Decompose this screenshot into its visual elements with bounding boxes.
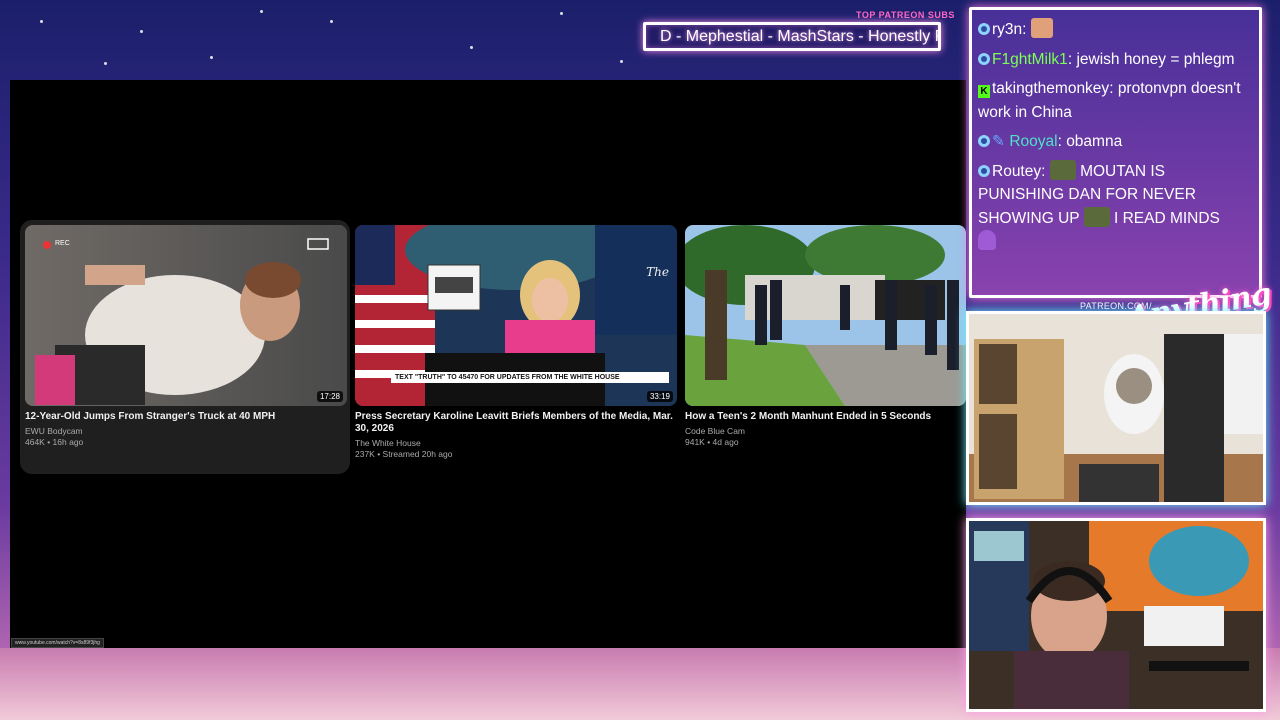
video-meta: 237K • Streamed 20h ago (355, 449, 453, 459)
facecam-feed (966, 518, 1266, 712)
patreon-ticker-text: D - Mephestial - MashStars - Honestly Re… (660, 28, 941, 45)
video-card[interactable]: How a Teen's 2 Month Manhunt Ended in 5 … (685, 225, 966, 473)
chat-message: ✎ Rooyal: obamna (972, 130, 1259, 154)
video-title[interactable]: 12-Year-Old Jumps From Stranger's Truck … (25, 411, 347, 423)
chat-message: ry3n: (972, 18, 1259, 42)
user-badge-icon (978, 135, 990, 147)
link-hover-url: www.youtube.com/watch?v=8s89f3jhg (11, 638, 104, 648)
user-badge-icon (978, 164, 990, 177)
sword-icon: ✎ (992, 133, 1005, 150)
chat-username: F1ghtMilk1 (992, 50, 1068, 68)
video-title[interactable]: Press Secretary Karoline Leavitt Briefs … (355, 411, 677, 435)
patreon-subs-label: TOP PATREON SUBS (856, 10, 955, 20)
room-camera-feed (966, 311, 1266, 505)
chat-panel: ry3n: F1ghtMilk1: jewish honey = phlegm … (969, 7, 1262, 298)
chat-username: Routey (992, 162, 1042, 180)
browser-viewport: REC 17:28 12-Year-Old Jumps From Strange… (10, 80, 966, 648)
thumb-the-text: The (646, 265, 669, 279)
tank-emote-icon (1049, 159, 1076, 180)
video-thumbnail[interactable]: REC 17:28 (25, 225, 347, 406)
video-meta: 941K • 4d ago (685, 437, 739, 447)
video-meta: 464K • 16h ago (25, 437, 84, 447)
video-card[interactable]: The TEXT "TRUTH" TO 45470 FOR UPDATES FR… (355, 225, 677, 473)
tank-emote-icon (1083, 206, 1110, 227)
chat-cut-line (972, 10, 1259, 18)
chat-message: Routey: MOUTAN IS PUNISHING DAN FOR NEVE… (972, 159, 1259, 254)
video-card[interactable]: REC 17:28 12-Year-Old Jumps From Strange… (25, 225, 347, 473)
rec-indicator: REC (55, 240, 70, 247)
chat-username: takingthemonkey (992, 80, 1110, 97)
chat-text: obamna (1066, 133, 1123, 150)
chat-message: F1ghtMilk1: jewish honey = phlegm (972, 48, 1259, 72)
patreon-ticker: D - Mephestial - MashStars - Honestly Re… (643, 22, 941, 51)
video-title[interactable]: How a Teen's 2 Month Manhunt Ended in 5 … (685, 411, 966, 423)
face-emote-icon (1030, 18, 1053, 38)
kick-badge-icon: K (978, 85, 990, 98)
chat-username: ry3n (992, 21, 1023, 38)
video-duration: 33:19 (646, 391, 673, 402)
video-thumbnail[interactable]: The TEXT "TRUTH" TO 45470 FOR UPDATES FR… (355, 225, 677, 406)
thumb-banner: TEXT "TRUTH" TO 45470 FOR UPDATES FROM T… (391, 372, 669, 383)
chat-text: jewish honey = phlegm (1076, 50, 1235, 68)
chat-text: I READ MINDS (1113, 209, 1220, 227)
video-duration: 17:28 (316, 391, 343, 402)
video-thumbnail[interactable] (685, 225, 966, 406)
chat-username: Rooyal (1009, 133, 1058, 150)
user-badge-icon (978, 52, 990, 65)
user-badge-icon (978, 23, 990, 35)
ghost-emote-icon (978, 230, 996, 250)
chat-message: Ktakingthemonkey: protonvpn doesn't work… (978, 80, 1241, 121)
